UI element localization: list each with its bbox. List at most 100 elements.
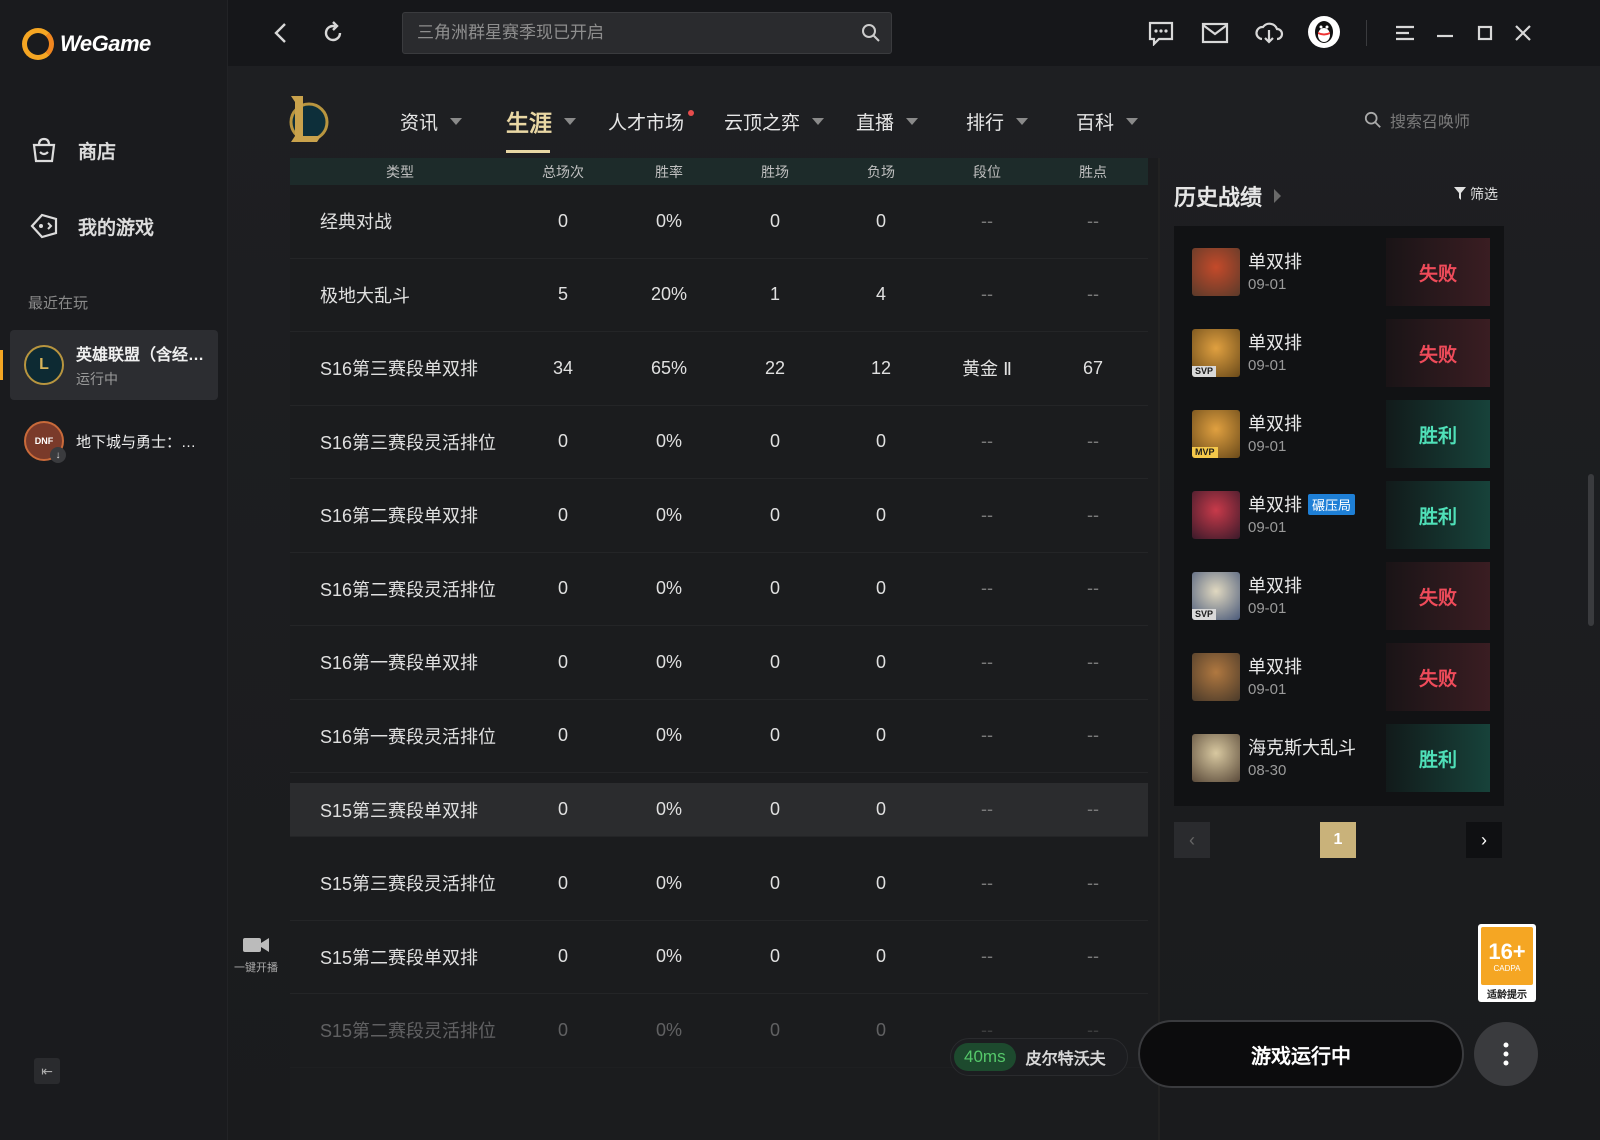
table-row[interactable]: S16第二赛段单双排 0 0% 0 0 -- -- [290,479,1148,553]
sidebar-item-store[interactable]: 商店 [28,134,116,166]
table-cell: -- [1087,651,1099,672]
stats-table: 类型 总场次 胜率 胜场 负场 段位 胜点 经典对战 0 0% 0 0 -- -- 极地大乱斗 5 20% 1 4… [290,158,1160,1140]
table-row[interactable]: S16第一赛段灵活排位 0 0% 0 0 -- -- [290,700,1148,773]
tab-live[interactable]: 直播 [856,108,919,135]
server-status[interactable]: 40ms 皮尔特沃夫 [950,1038,1128,1076]
table-row[interactable]: S16第三赛段灵活排位 0 0% 0 0 -- -- [290,406,1148,479]
table-row[interactable]: S16第二赛段灵活排位 0 0% 0 0 -- -- [290,553,1148,626]
table-row[interactable]: 经典对战 0 0% 0 0 -- -- [290,185,1148,259]
table-cell: 67 [1082,357,1104,378]
recent-game-dnf[interactable]: DNF ↓ 地下城与勇士：… [10,406,218,476]
minimize-button[interactable] [1430,18,1460,48]
table-cell: 黄金 Ⅱ [962,359,1012,380]
tab-label: 排行 [966,113,1005,134]
table-row[interactable]: S15第三赛段单双排 0 0% 0 0 -- -- [290,783,1148,837]
table-row[interactable]: S15第二赛段单双排 0 0% 0 0 -- -- [290,921,1148,994]
table-cell: S16第二赛段灵活排位 [320,579,497,600]
next-page-button[interactable]: › [1466,822,1502,858]
notification-dot [688,110,695,116]
match-item[interactable]: SVP 单双排 09-01 失败 [1174,319,1504,387]
table-cell: -- [981,284,993,305]
tab-talent-market[interactable]: 人才市场 [608,108,695,135]
page-scrollbar[interactable] [1588,474,1594,626]
user-avatar[interactable] [1308,16,1340,48]
download-cloud-icon [1255,22,1284,44]
global-search-input[interactable] [403,13,843,53]
app-name: WeGame [60,31,151,56]
lol-game-icon: L [24,345,64,385]
maximize-button[interactable] [1470,18,1500,48]
page-number[interactable]: 1 [1320,822,1356,858]
chat-icon [1148,21,1174,46]
refresh-button[interactable] [318,18,348,48]
table-cell: -- [981,210,993,231]
column-header: 负场 [867,163,895,180]
table-cell: 0% [655,946,682,967]
prev-page-button[interactable]: ‹ [1174,822,1210,858]
tab-tft[interactable]: 云顶之弈 [724,108,825,135]
table-row[interactable]: S16第三赛段单双排 34 65% 22 12 黄金 Ⅱ 67 [290,332,1148,406]
match-item[interactable]: 单双排 09-01 失败 [1174,643,1504,711]
sidebar-item-my-games[interactable]: 我的游戏 [28,210,154,242]
close-icon [1515,25,1531,41]
back-button[interactable] [266,18,296,48]
table-cell: 0 [769,799,780,819]
table-row[interactable]: 极地大乱斗 5 20% 1 4 -- -- [290,259,1148,332]
table-cell: 0 [875,725,886,746]
tab-wiki[interactable]: 百科 [1076,108,1139,135]
tab-label: 资讯 [400,113,439,134]
match-item[interactable]: 单双排 碾压局 09-01 胜利 [1174,481,1504,549]
recent-games-title: 最近在玩 [28,295,89,312]
download-manager-button[interactable] [1254,18,1284,48]
table-cell: 0% [655,1019,682,1040]
table-row[interactable]: S16第一赛段单双排 0 0% 0 0 -- -- [290,626,1148,700]
search-icon[interactable] [861,23,881,43]
table-row[interactable]: S15第三赛段灵活排位 0 0% 0 0 -- -- [290,847,1148,921]
mail-button[interactable] [1200,18,1230,48]
table-cell: S16第三赛段单双排 [320,359,479,380]
tab-career[interactable]: 生涯 [506,104,576,138]
sidebar-item-label: 我的游戏 [78,217,155,239]
column-header: 总场次 [542,163,584,180]
match-item[interactable]: MVP 单双排 09-01 胜利 [1174,400,1504,468]
tab-news[interactable]: 资讯 [400,108,463,135]
match-item[interactable]: 单双排 09-01 失败 [1174,238,1504,306]
game-running-button[interactable]: 游戏运行中 [1138,1020,1464,1088]
table-cell: -- [1087,946,1099,967]
menu-button[interactable] [1390,18,1420,48]
age-rating-tip: 适龄提示 [1487,990,1527,1001]
tab-ranking[interactable]: 排行 [966,108,1029,135]
chat-button[interactable] [1146,18,1176,48]
table-cell: 0 [875,504,886,525]
table-cell: 极地大乱斗 [320,285,410,306]
one-click-live-button[interactable]: 一键开播 [228,934,284,975]
wegame-window: WeGame 商店 我的游戏 最近在玩 L 英雄联盟（含经… 运行中 DNF ↓ [0,0,1600,1140]
match-date: 09-01 [1248,357,1287,374]
match-item[interactable]: SVP 单双排 09-01 失败 [1174,562,1504,630]
table-scrollbar[interactable] [1158,158,1160,1140]
chevron-down-icon [1126,118,1139,125]
filter-button[interactable]: 筛选 [1454,184,1498,204]
tab-label-wrap: 人才市场 [608,108,695,135]
live-button-label: 一键开播 [234,962,278,974]
champion-portrait: SVP [1192,329,1240,377]
champion-portrait: MVP [1192,410,1240,458]
global-search[interactable] [402,12,892,54]
table-cell: 0 [769,431,780,452]
more-vertical-icon [1503,1042,1509,1066]
table-cell: S16第一赛段灵活排位 [320,726,497,747]
close-button[interactable] [1508,18,1538,48]
table-cell: 0% [655,725,682,746]
match-item[interactable]: 海克斯大乱斗 08-30 胜利 [1174,724,1504,792]
summoner-search-placeholder: 搜索召唤师 [1390,114,1471,131]
match-date: 09-01 [1248,519,1287,536]
collapse-sidebar-button[interactable]: ⇤ [34,1058,60,1084]
lol-logo[interactable] [282,92,332,146]
column-header: 段位 [973,163,1001,180]
summoner-search[interactable]: 搜索召唤师 [1364,108,1470,132]
more-options-button[interactable] [1474,1022,1538,1086]
match-mode: 单双排 [1248,576,1302,596]
wegame-logo[interactable]: WeGame [22,28,151,60]
recent-game-lol[interactable]: L 英雄联盟（含经… 运行中 [10,330,218,400]
history-title[interactable]: 历史战绩 [1174,180,1282,212]
